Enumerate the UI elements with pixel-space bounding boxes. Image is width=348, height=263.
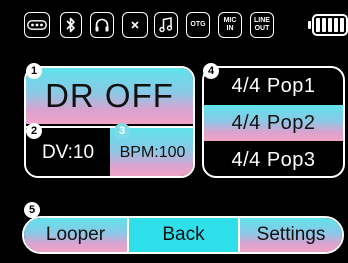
marker-5: 5	[24, 202, 40, 218]
mic-in-label-1: MIC	[223, 17, 237, 24]
preset-list: 4/4 Pop1 4/4 Pop2 4/4 Pop3	[202, 66, 345, 178]
mic-in-label-2: IN	[226, 25, 234, 32]
preset-item-3[interactable]: 4/4 Pop3	[204, 142, 343, 176]
preset-item-1[interactable]: 4/4 Pop1	[204, 68, 343, 104]
marker-2: 2	[26, 123, 42, 139]
otg-label: OTG	[190, 21, 206, 28]
line-out-label-1: LINE	[254, 17, 270, 24]
music-note-icon[interactable]	[154, 12, 178, 38]
bottom-nav: Looper Back Settings	[22, 216, 344, 254]
marker-3: 3	[114, 123, 130, 139]
battery-cell	[328, 18, 332, 32]
headphones-icon[interactable]	[90, 12, 114, 38]
battery-cell	[322, 18, 326, 32]
line-out-label-2: OUT	[254, 25, 270, 32]
back-button[interactable]: Back	[127, 218, 240, 252]
line-out-icon[interactable]: LINE OUT	[250, 12, 274, 38]
marker-1: 1	[26, 63, 42, 79]
marker-4: 4	[203, 63, 219, 79]
battery-cell	[340, 18, 344, 32]
preset-item-2[interactable]: 4/4 Pop2	[204, 105, 343, 141]
mic-in-icon[interactable]: MIC IN	[218, 12, 242, 38]
battery-cell	[334, 18, 338, 32]
mute-icon[interactable]	[122, 12, 148, 38]
bluetooth-icon[interactable]	[60, 12, 82, 38]
battery-icon	[308, 14, 348, 36]
settings-button[interactable]: Settings	[240, 218, 342, 252]
battery-nub	[308, 21, 311, 29]
drum-panel: DR OFF DV:10 BPM:100	[24, 66, 195, 178]
looper-button[interactable]: Looper	[24, 218, 127, 252]
battery-cell	[316, 18, 320, 32]
dots-icon[interactable]	[24, 12, 50, 38]
otg-icon[interactable]: OTG	[186, 12, 210, 38]
drum-toggle-button[interactable]: DR OFF	[26, 68, 193, 124]
